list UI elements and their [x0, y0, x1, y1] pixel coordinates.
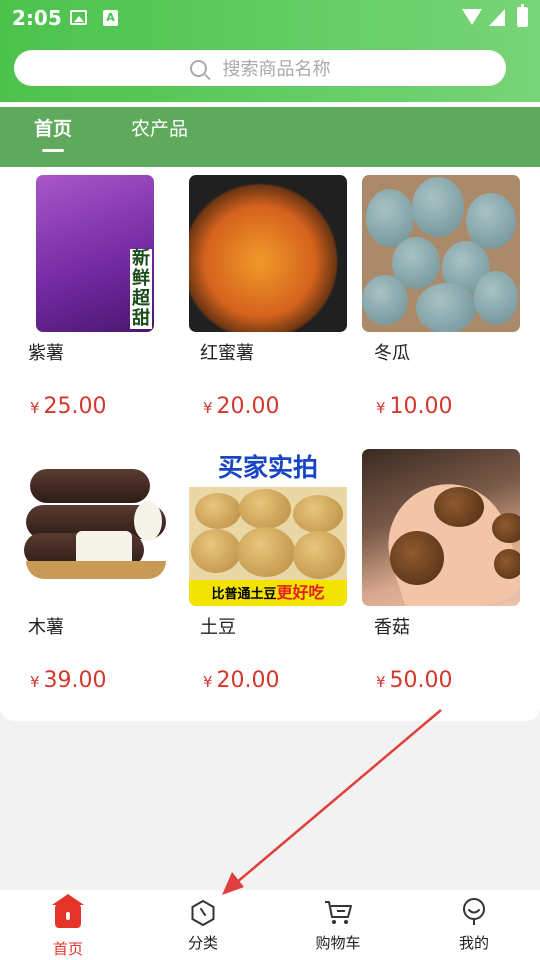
signal-icon — [489, 9, 505, 26]
status-bar: 2:05 A — [0, 0, 540, 38]
product-card[interactable]: 红蜜薯 ¥20.00 — [189, 167, 349, 432]
product-image — [362, 175, 520, 332]
category-tabs: 首页 农产品 — [0, 107, 540, 167]
category-icon — [191, 899, 215, 927]
product-price: ¥50.00 — [376, 668, 453, 693]
currency-symbol: ¥ — [203, 673, 213, 691]
nav-label: 我的 — [458, 934, 489, 952]
product-card[interactable]: 冬瓜 ¥10.00 — [362, 167, 522, 432]
product-card[interactable]: 木薯 ¥39.00 — [16, 441, 176, 706]
nav-label: 购物车 — [315, 934, 361, 952]
currency-symbol: ¥ — [30, 673, 40, 691]
product-image — [189, 175, 347, 332]
currency-symbol: ¥ — [376, 399, 386, 417]
price-value: 20.00 — [216, 668, 280, 693]
nav-item-profile[interactable]: 我的 — [424, 898, 524, 953]
nav-label: 首页 — [52, 940, 83, 958]
product-price: ¥25.00 — [30, 394, 107, 419]
profile-icon — [463, 898, 485, 925]
price-value: 25.00 — [43, 394, 107, 419]
search-icon — [189, 59, 207, 77]
product-image-caption: 买家实拍 — [189, 449, 347, 487]
currency-symbol: ¥ — [30, 399, 40, 417]
nav-item-cart[interactable]: 购物车 — [288, 898, 388, 953]
nav-label: 分类 — [187, 934, 218, 952]
price-value: 10.00 — [389, 394, 453, 419]
product-card[interactable]: 香菇 ¥50.00 — [362, 441, 522, 706]
wifi-icon — [462, 9, 482, 25]
product-image: 买家实拍 比普通土豆更好吃 — [189, 449, 347, 606]
tab-produce[interactable]: 农产品 — [131, 114, 188, 141]
status-time: 2:05 — [12, 6, 62, 30]
product-image-caption: 新鲜超甜 — [130, 248, 152, 329]
font-notification-icon: A — [103, 10, 118, 26]
product-name: 红蜜薯 — [200, 343, 254, 364]
search-bar[interactable]: 搜索商品名称 — [14, 50, 506, 86]
product-image — [16, 449, 174, 606]
product-image-caption: 比普通土豆更好吃 — [189, 580, 347, 606]
currency-symbol: ¥ — [376, 673, 386, 691]
image-notification-icon — [70, 10, 87, 25]
battery-icon — [517, 4, 528, 27]
product-name: 紫薯 — [28, 343, 64, 364]
product-name: 冬瓜 — [374, 343, 410, 364]
product-price: ¥10.00 — [376, 394, 453, 419]
active-tab-indicator — [42, 149, 64, 152]
price-value: 20.00 — [216, 394, 280, 419]
product-grid: 新鲜超甜 紫薯 ¥25.00 红蜜薯 ¥20.00 冬瓜 ¥10.00 木薯 ¥… — [0, 167, 540, 721]
bottom-nav: 首页 分类 购物车 我的 — [0, 890, 540, 960]
nav-item-home[interactable]: 首页 — [18, 894, 118, 959]
product-image: 新鲜超甜 — [36, 175, 154, 332]
product-name: 土豆 — [200, 617, 236, 638]
product-price: ¥20.00 — [203, 668, 280, 693]
product-price: ¥20.00 — [203, 394, 280, 419]
currency-symbol: ¥ — [203, 399, 213, 417]
product-name: 香菇 — [374, 617, 410, 638]
search-placeholder: 搜索商品名称 — [222, 59, 331, 80]
header: 2:05 A 搜索商品名称 — [0, 0, 540, 102]
product-image — [362, 449, 520, 606]
product-name: 木薯 — [28, 617, 64, 638]
price-value: 39.00 — [43, 668, 107, 693]
nav-item-category[interactable]: 分类 — [153, 898, 253, 953]
product-card[interactable]: 买家实拍 比普通土豆更好吃 土豆 ¥20.00 — [189, 441, 349, 706]
product-card[interactable]: 新鲜超甜 紫薯 ¥25.00 — [28, 167, 188, 432]
price-value: 50.00 — [389, 668, 453, 693]
cart-icon — [325, 901, 352, 924]
tab-home[interactable]: 首页 — [34, 114, 72, 141]
product-price: ¥39.00 — [30, 668, 107, 693]
home-icon — [52, 894, 84, 928]
